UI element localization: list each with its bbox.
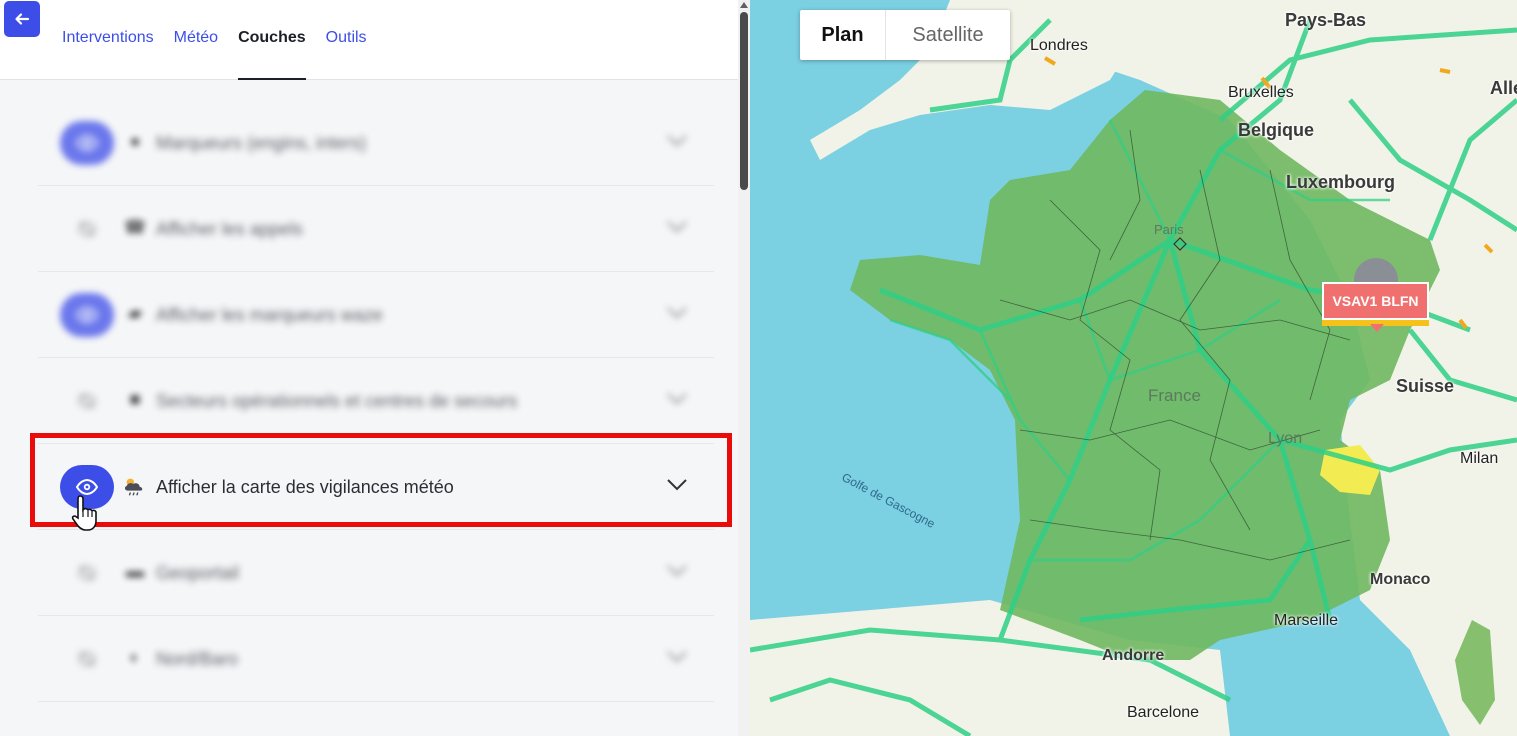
eye-off-icon <box>77 393 97 409</box>
chevron-down-icon[interactable] <box>666 650 688 664</box>
map-label-monaco: Monaco <box>1370 571 1431 588</box>
blurred-content: ▬ Geoportail <box>38 530 714 616</box>
map-label-belgique: Belgique <box>1238 120 1315 140</box>
chevron-down-icon[interactable] <box>666 306 688 320</box>
layer-label: Afficher la carte des vigilances météo <box>156 477 454 497</box>
scroll-thumb[interactable] <box>740 12 748 190</box>
tab-meteo[interactable]: Météo <box>174 0 218 80</box>
layer-item-appels[interactable]: ☎ Afficher les appels <box>38 186 714 272</box>
map-label-barcelone: Barcelone <box>1127 704 1200 721</box>
unit-marker-pointer <box>1370 324 1384 332</box>
map-label-milan: Milan <box>1460 450 1499 467</box>
tab-interventions[interactable]: Interventions <box>62 0 154 80</box>
chevron-down-icon[interactable] <box>666 220 688 234</box>
card-icon: ▬ <box>126 561 144 581</box>
eye-off-icon <box>77 221 97 237</box>
layer-item-nord-baro[interactable]: ◐ Nord/Baro <box>38 616 714 702</box>
chevron-down-icon[interactable] <box>666 134 688 148</box>
map-label-marseille: Marseille <box>1274 612 1339 629</box>
blurred-content: ■ Secteurs opérationnels et centres de s… <box>38 358 714 444</box>
visibility-toggle[interactable] <box>60 637 114 681</box>
eye-icon <box>75 306 99 324</box>
tab-bar: Interventions Météo Couches Outils <box>62 0 387 80</box>
panel-header: Interventions Météo Couches Outils <box>0 0 738 80</box>
eye-icon <box>75 134 99 152</box>
layer-label: Marqueurs (engins, inters) <box>156 133 367 153</box>
map-label-bruxelles: Bruxelles <box>1228 84 1294 101</box>
chevron-down-icon[interactable] <box>666 392 688 406</box>
layer-label: Afficher les appels <box>156 219 303 239</box>
map-label-lyon: Lyon <box>1268 430 1303 447</box>
map-label-france: France <box>1148 386 1201 405</box>
truck-icon: ■ <box>129 389 141 409</box>
moon-icon: ◐ <box>129 647 141 667</box>
visibility-toggle[interactable] <box>60 207 114 251</box>
visibility-toggle[interactable] <box>60 293 114 337</box>
arrow-left-icon <box>15 13 30 25</box>
layer-item-waze[interactable]: ▰ Afficher les marqueurs waze <box>38 272 714 358</box>
layer-item-secteurs[interactable]: ■ Secteurs opérationnels et centres de s… <box>38 358 714 444</box>
blurred-content: ▰ Afficher les marqueurs waze <box>38 272 714 358</box>
hand-pointer-icon <box>71 495 97 531</box>
blurred-content: ◐ Nord/Baro <box>38 616 714 702</box>
cloud-sun-rain-icon <box>124 478 143 496</box>
blurred-content: ☎ Afficher les appels <box>38 186 714 272</box>
layer-list: ● Marqueurs (engins, inters) ☎ Afficher … <box>38 100 714 702</box>
map-plan-button[interactable]: Plan <box>800 10 886 60</box>
tab-couches[interactable]: Couches <box>238 0 306 80</box>
map-canvas <box>750 0 1517 736</box>
map-type-toggle: Plan Satellite <box>800 10 1010 60</box>
tab-outils[interactable]: Outils <box>326 0 367 80</box>
visibility-toggle[interactable] <box>60 121 114 165</box>
layer-item-marqueurs[interactable]: ● Marqueurs (engins, inters) <box>38 100 714 186</box>
layer-label: Afficher les marqueurs waze <box>156 305 383 325</box>
layers-panel: Interventions Météo Couches Outils ● Mar… <box>0 0 750 736</box>
visibility-toggle[interactable] <box>60 551 114 595</box>
map-label-suisse: Suisse <box>1396 376 1455 396</box>
scrollbar[interactable] <box>738 0 750 736</box>
layer-item-geoportail[interactable]: ▬ Geoportail <box>38 530 714 616</box>
map-label-pays-bas: Pays-Bas <box>1285 10 1367 30</box>
scroll-up-arrow-icon[interactable] <box>740 2 748 8</box>
eye-off-icon <box>77 565 97 581</box>
map-label-luxembourg: Luxembourg <box>1286 172 1396 192</box>
map-view[interactable]: Plan Satellite Pays-Bas Londres Bruxelle… <box>750 0 1517 736</box>
eye-off-icon <box>77 651 97 667</box>
layer-label: Secteurs opérationnels et centres de sec… <box>156 391 518 411</box>
map-label-londres: Londres <box>1030 37 1088 54</box>
map-satellite-button[interactable]: Satellite <box>886 10 1010 60</box>
unit-marker[interactable]: VSAV1 BLFN <box>1322 282 1429 320</box>
layer-label: Geoportail <box>156 563 240 583</box>
layer-item-vigilances-meteo[interactable]: Afficher la carte des vigilances météo <box>38 444 714 530</box>
map-label-alle: Alle <box>1490 78 1517 98</box>
layer-label: Nord/Baro <box>156 649 239 669</box>
app-window: Interventions Météo Couches Outils ● Mar… <box>0 0 1517 736</box>
map-label-paris: Paris <box>1154 222 1184 237</box>
chevron-down-icon[interactable] <box>666 478 688 492</box>
chat-bubbles-icon: ▰ <box>128 303 142 323</box>
chevron-down-icon[interactable] <box>666 564 688 578</box>
map-pin-icon: ● <box>129 131 141 151</box>
back-button[interactable] <box>4 1 40 37</box>
phone-icon: ☎ <box>123 217 147 237</box>
blurred-content: ● Marqueurs (engins, inters) <box>38 100 714 186</box>
visibility-toggle[interactable] <box>60 379 114 423</box>
map-label-andorre: Andorre <box>1102 647 1165 664</box>
